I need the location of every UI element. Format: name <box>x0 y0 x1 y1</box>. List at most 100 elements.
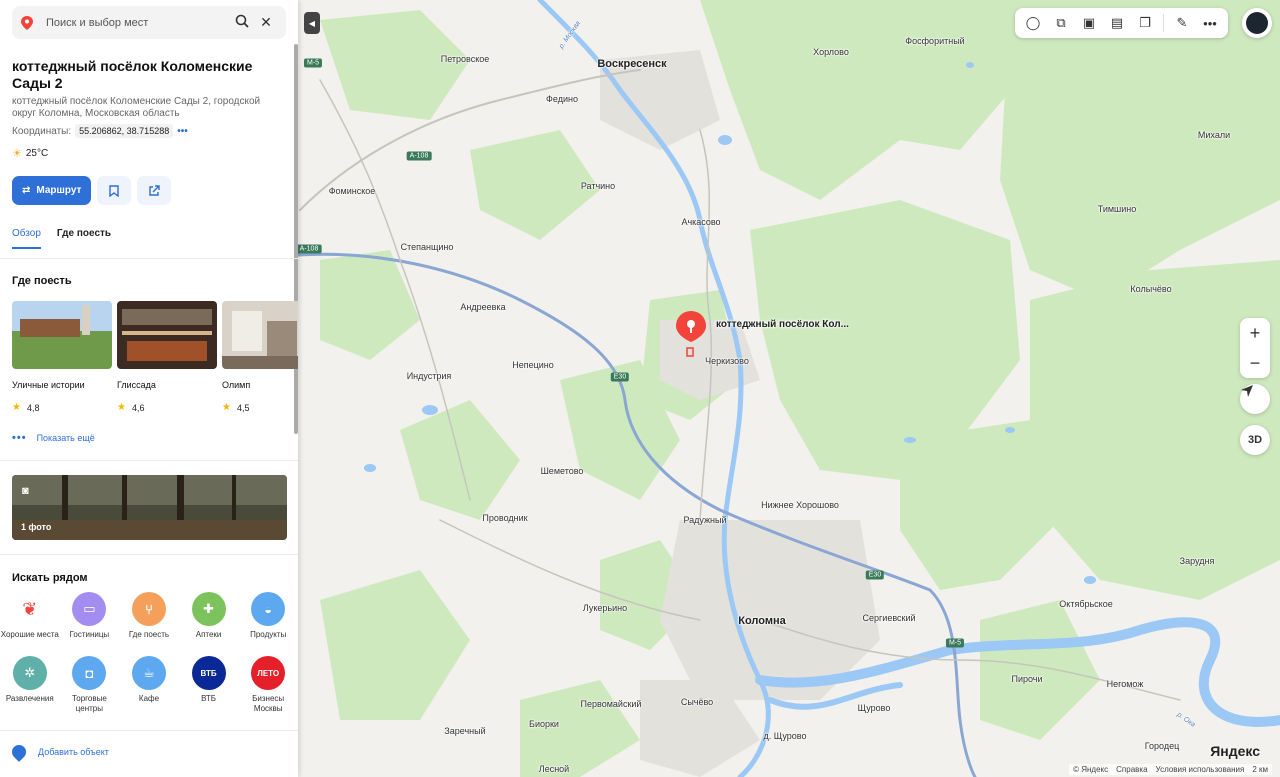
place-label: Щурово <box>857 703 891 713</box>
leto-logo: ЛЕТО <box>251 656 286 690</box>
more-icon[interactable]: ••• <box>1196 9 1224 37</box>
place-label: Сычёво <box>680 697 714 707</box>
help-link[interactable]: Справка <box>1116 765 1147 774</box>
basket-icon: ◒ <box>251 592 286 626</box>
3d-button[interactable]: 3D <box>1240 425 1270 455</box>
place-label: Зарудня <box>1179 556 1215 566</box>
search-icon[interactable] <box>230 14 254 31</box>
place-address: коттеджный посёлок Коломенские Сады 2, г… <box>12 96 261 119</box>
restaurant-list: Уличные истории ★ 4,8 Глиссада ★ 4,6 Олимп… <box>12 301 298 413</box>
tab-overview[interactable]: Обзор <box>12 228 41 249</box>
restaurant-card[interactable]: Уличные истории ★ 4,8 <box>12 301 112 413</box>
photo-count: 1 фото <box>21 522 52 532</box>
toolbar-divider <box>1163 14 1164 32</box>
avatar[interactable] <box>1242 8 1272 38</box>
zoom-in-button[interactable]: + <box>1240 318 1270 348</box>
route-label: Маршрут <box>36 185 82 196</box>
navigation-arrow-icon <box>1241 385 1253 397</box>
divider <box>0 730 298 731</box>
nearby-category[interactable]: ✲ Развлечения <box>0 656 60 714</box>
place-label: Шеметово <box>540 466 584 476</box>
place-label: Ратчино <box>580 181 616 191</box>
bag-icon: ◘ <box>72 656 107 690</box>
place-label: Негомож <box>1106 679 1144 689</box>
divider <box>0 554 298 555</box>
search-nearby-title: Искать рядом <box>12 572 88 584</box>
place-label: Непецино <box>512 360 554 370</box>
place-label: Ачкасово <box>681 217 721 227</box>
route-button[interactable]: ⇄ Маршрут <box>12 176 92 205</box>
nearby-category[interactable]: ◒ Продукты <box>238 592 298 650</box>
add-object-button[interactable]: Добавить объект <box>9 742 109 762</box>
place-label: Лесной <box>538 764 570 774</box>
show-more-label: Показать ещё <box>36 433 95 443</box>
share-button[interactable] <box>137 176 172 205</box>
stack-icon[interactable]: ❐ <box>1131 9 1159 37</box>
nearby-category[interactable]: ❦ Хорошие места <box>0 592 60 650</box>
photo-gallery[interactable]: ◙ 1 фото <box>12 475 287 540</box>
layers-icon[interactable]: ◯ <box>1019 9 1047 37</box>
nearby-category[interactable]: ◘ Торговые центры <box>60 656 120 714</box>
place-label: Индустрия <box>406 371 452 381</box>
restaurant-rating: ★ 4,6 <box>117 402 217 413</box>
place-label: Андреевка <box>460 302 506 312</box>
nearby-category-label: Гостиницы <box>69 630 110 639</box>
nearby-category-label: Где поесть <box>128 630 170 639</box>
tab-where-to-eat[interactable]: Где поесть <box>57 228 111 249</box>
rating-value: 4,5 <box>236 402 250 413</box>
app: Петровское Воскресенск Федино Хорлово Фо… <box>0 0 1280 777</box>
logo-text: Яндекс <box>1210 743 1260 759</box>
coordinates-label: Координаты: <box>12 125 72 137</box>
nearby-category[interactable]: ▭ Гостиницы <box>60 592 120 650</box>
restaurant-photo <box>117 301 217 369</box>
search-input[interactable] <box>46 16 230 29</box>
temperature: 25°C <box>25 148 49 159</box>
camera-icon[interactable]: ▣ <box>1075 9 1103 37</box>
sun-icon: ☀ <box>12 148 22 160</box>
locate-button[interactable] <box>1240 384 1270 414</box>
transport-icon[interactable]: ▤ <box>1103 9 1131 37</box>
cup-icon: ☕ <box>131 656 166 690</box>
bookmark-icon <box>109 184 120 197</box>
selected-place-pin[interactable] <box>675 310 707 358</box>
road-badge: А-108 <box>406 151 432 161</box>
vtb-logo: ВТБ <box>191 656 226 690</box>
place-label: Лукерьино <box>582 603 628 613</box>
rating-value: 4,6 <box>131 402 145 413</box>
terms-link[interactable]: Условия использования <box>1156 765 1245 774</box>
place-label: Хорлово <box>813 47 849 57</box>
restaurant-name: Глиссада <box>117 380 156 390</box>
more-icon[interactable]: ••• <box>177 126 188 137</box>
zoom-out-button[interactable]: − <box>1240 348 1270 378</box>
restaurant-card[interactable]: Глиссада ★ 4,6 <box>117 301 217 413</box>
nearby-category-label: Продукты <box>250 630 287 639</box>
nearby-category[interactable]: ☕ Кафе <box>119 656 179 714</box>
nearby-category[interactable]: ✚ Аптеки <box>179 592 239 650</box>
place-label: Радужный <box>683 515 727 525</box>
pin-label[interactable]: коттеджный посёлок Кол... <box>716 319 849 330</box>
show-more-button[interactable]: ••• Показать ещё <box>12 432 95 444</box>
close-icon[interactable]: ✕ <box>254 14 278 31</box>
nearby-category-label: Торговые центры <box>71 694 107 713</box>
coordinates-value[interactable]: 55.206862, 38.715288 <box>75 124 174 138</box>
ruler-icon[interactable]: ✎ <box>1168 9 1196 37</box>
bookmark-button[interactable] <box>97 176 132 205</box>
nearby-category-label: Развлечения <box>5 694 54 703</box>
road-badge: М-5 <box>303 58 323 68</box>
collapse-panel-button[interactable]: ◀ <box>304 12 320 34</box>
rating-value: 4,8 <box>26 402 40 413</box>
nearby-category[interactable]: ВТБ ВТБ <box>179 656 239 714</box>
nearby-category[interactable]: ЛЕТО Бизнесы Москвы <box>238 656 298 714</box>
road-badge: Е30 <box>865 570 885 580</box>
nearby-category[interactable]: ⑂ Где поесть <box>119 592 179 650</box>
nearby-grid: ❦ Хорошие места ▭ Гостиницы ⑂ Где поесть ✚ Апте… <box>0 592 298 714</box>
laurel-pin-icon: ❦ <box>12 592 47 626</box>
place-label: д. Щурово <box>763 731 807 741</box>
where-to-eat-title: Где поесть <box>12 275 72 287</box>
place-label: Воскресенск <box>597 58 667 70</box>
road-badge: Е30 <box>610 372 630 382</box>
place-label: Степанщино <box>400 242 454 252</box>
restaurant-card[interactable]: Олимп ★ 4,5 <box>222 301 298 413</box>
panorama-icon[interactable]: ⧉ <box>1047 9 1075 37</box>
tabs: Обзор Где поесть <box>12 228 111 249</box>
